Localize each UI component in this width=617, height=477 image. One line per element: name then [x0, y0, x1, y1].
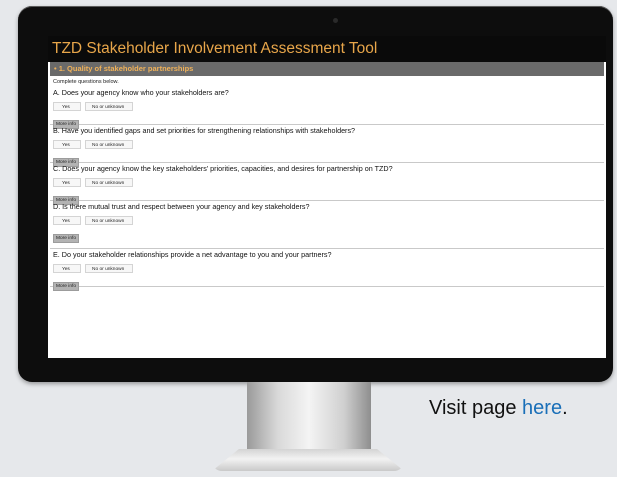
question-text: D. Is there mutual trust and respect bet… [53, 202, 310, 211]
answer-choices: Yes No or unknown [53, 178, 604, 188]
more-info-button[interactable]: More info [53, 282, 79, 291]
question-a: A. Does your agency know who your stakeh… [50, 87, 604, 129]
yes-button[interactable]: Yes [53, 140, 81, 149]
answer-choices: Yes No or unknown [53, 216, 604, 226]
monitor: TZD Stakeholder Involvement Assessment T… [18, 6, 613, 382]
question-e: E. Do your stakeholder relationships pro… [50, 249, 604, 291]
caption-prefix: Visit page [429, 397, 523, 419]
caption-suffix: . [562, 397, 568, 419]
visit-page-caption: Visit page here. [429, 397, 568, 420]
answer-choices: Yes No or unknown [53, 102, 604, 112]
more-info-button[interactable]: More info [53, 234, 79, 243]
no-or-unknown-button[interactable]: No or unknown [85, 216, 133, 225]
question-text: B. Have you identified gaps and set prio… [53, 126, 356, 135]
question-d: D. Is there mutual trust and respect bet… [50, 201, 604, 249]
answer-choices: Yes No or unknown [53, 264, 604, 274]
question-text: C. Does your agency know the key stakeho… [53, 164, 393, 173]
question-text: A. Does your agency know who your stakeh… [53, 88, 229, 97]
monitor-stand-neck [247, 382, 371, 454]
yes-button[interactable]: Yes [53, 102, 81, 111]
app-title: TZD Stakeholder Involvement Assessment T… [48, 36, 606, 62]
screen: TZD Stakeholder Involvement Assessment T… [48, 36, 606, 358]
section-header[interactable]: • 1. Quality of stakeholder partnerships [50, 62, 604, 76]
no-or-unknown-button[interactable]: No or unknown [85, 140, 133, 149]
no-or-unknown-button[interactable]: No or unknown [85, 264, 133, 273]
yes-button[interactable]: Yes [53, 264, 81, 273]
question-text: E. Do your stakeholder relationships pro… [53, 250, 332, 259]
yes-button[interactable]: Yes [53, 178, 81, 187]
here-link[interactable]: here [522, 397, 562, 419]
question-c: C. Does your agency know the key stakeho… [50, 163, 604, 205]
no-or-unknown-button[interactable]: No or unknown [85, 178, 133, 187]
yes-button[interactable]: Yes [53, 216, 81, 225]
instructions-text: Complete questions below. [53, 79, 119, 85]
no-or-unknown-button[interactable]: No or unknown [85, 102, 133, 111]
camera-icon [333, 18, 338, 23]
answer-choices: Yes No or unknown [53, 140, 604, 150]
question-b: B. Have you identified gaps and set prio… [50, 125, 604, 167]
monitor-stand-base [212, 449, 404, 471]
